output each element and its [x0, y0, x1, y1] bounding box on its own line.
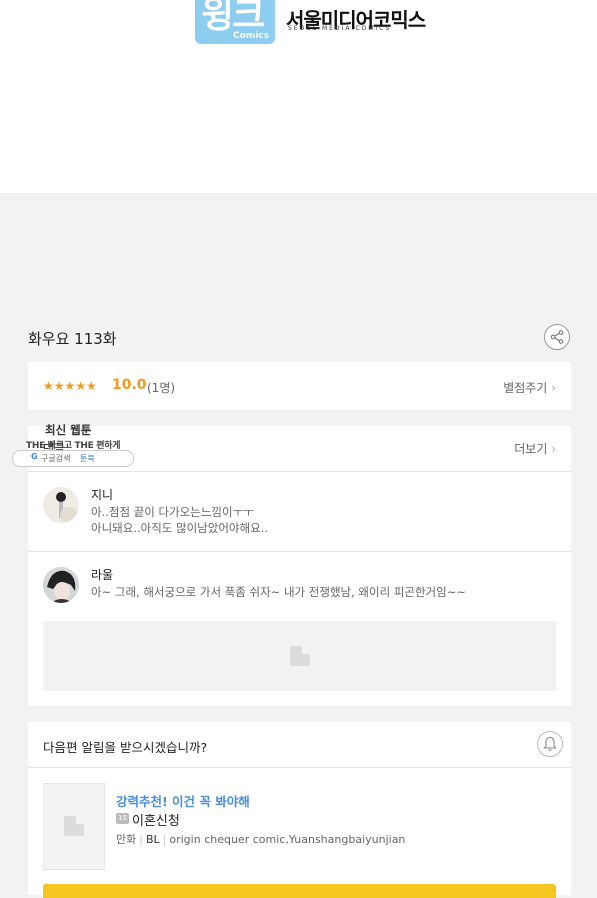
google-icon: G [31, 452, 38, 461]
bell-icon [543, 736, 557, 751]
recommend-tag: BL [145, 833, 160, 846]
notify-subscribe-button[interactable] [43, 884, 556, 898]
floating-banner[interactable]: 최신 웹툰 THE 빠르고 THE 편하게 G 구글검색 툰북 [12, 418, 136, 472]
recommend-meta: 만화 | BL | origin chequer comic,Yuanshangbaiy… [116, 833, 406, 846]
top-banner: 윙크 Comics 서울미디어코믹스 SEOUL MEDIA COMICS [0, 0, 597, 193]
recommend-authors: origin chequer comic,Yuanshangbaiyunjian [169, 833, 406, 846]
more-link-label: 더보기 [514, 442, 548, 456]
rating-count: (1명) [147, 381, 176, 395]
banner-pill: G 구글검색 툰북 [12, 450, 134, 467]
image-placeholder-icon [290, 646, 310, 666]
comment-author: 지니 [91, 488, 114, 502]
banner-pill-label-2: 툰북 [80, 454, 95, 463]
comment-author: 라울 [91, 568, 114, 582]
chevron-right-icon: › [551, 381, 556, 395]
more-link[interactable]: 더보기 › [514, 440, 556, 457]
avatar [43, 567, 79, 603]
brand-subtitle: SEOUL MEDIA COMICS [288, 25, 392, 32]
banner-title: 최신 웹툰 [45, 423, 92, 437]
divider [28, 551, 571, 552]
banner-pill-label-1: 구글검색 [41, 454, 71, 463]
share-button[interactable] [544, 324, 570, 350]
avatar [43, 487, 79, 523]
rating-score: 10.0 [112, 377, 147, 393]
rate-link-label: 별점주기 [503, 381, 548, 395]
age-rating-badge: 15 [116, 813, 129, 824]
divider [28, 767, 571, 768]
rating-card: ★★★★★ 10.0 (1명) 별점주기 › [28, 362, 571, 410]
comment-text: 아~ 그래, 해서궁으로 가서 푹좀 쉬자~ 내가 전쟁했남, 왜이리 피곤한거… [91, 585, 466, 599]
episode-title: 화우요 113화 [28, 330, 117, 348]
notification-bell-button[interactable] [537, 731, 563, 757]
logo-subtext: Comics [233, 31, 269, 41]
notify-question: 다음편 알림을 받으시겠습니까? [43, 740, 208, 755]
rating-stars: ★★★★★ [43, 379, 97, 393]
recommend-thumbnail[interactable] [43, 783, 105, 870]
recommend-genre: 만화 [116, 833, 137, 846]
share-icon [550, 330, 564, 344]
rate-link[interactable]: 별점주기 › [503, 379, 556, 396]
recommend-label[interactable]: 강력추천! 이건 꼭 봐야해 [116, 791, 250, 810]
ad-placeholder[interactable] [43, 621, 556, 691]
wink-logo[interactable]: 윙크 Comics [195, 0, 275, 44]
notify-card: 다음편 알림을 받으시겠습니까? 강력추천! 이건 꼭 봐야해 15 이혼신청 … [28, 722, 571, 898]
chevron-right-icon: › [551, 442, 556, 456]
recommend-title[interactable]: 이혼신청 [132, 810, 180, 829]
image-placeholder-icon [64, 816, 84, 836]
comment-text: 아..점점 끝이 다가오는느낌이ㅜㅜ 아니돼요..아직도 많이남았어야해요.. [91, 505, 268, 535]
